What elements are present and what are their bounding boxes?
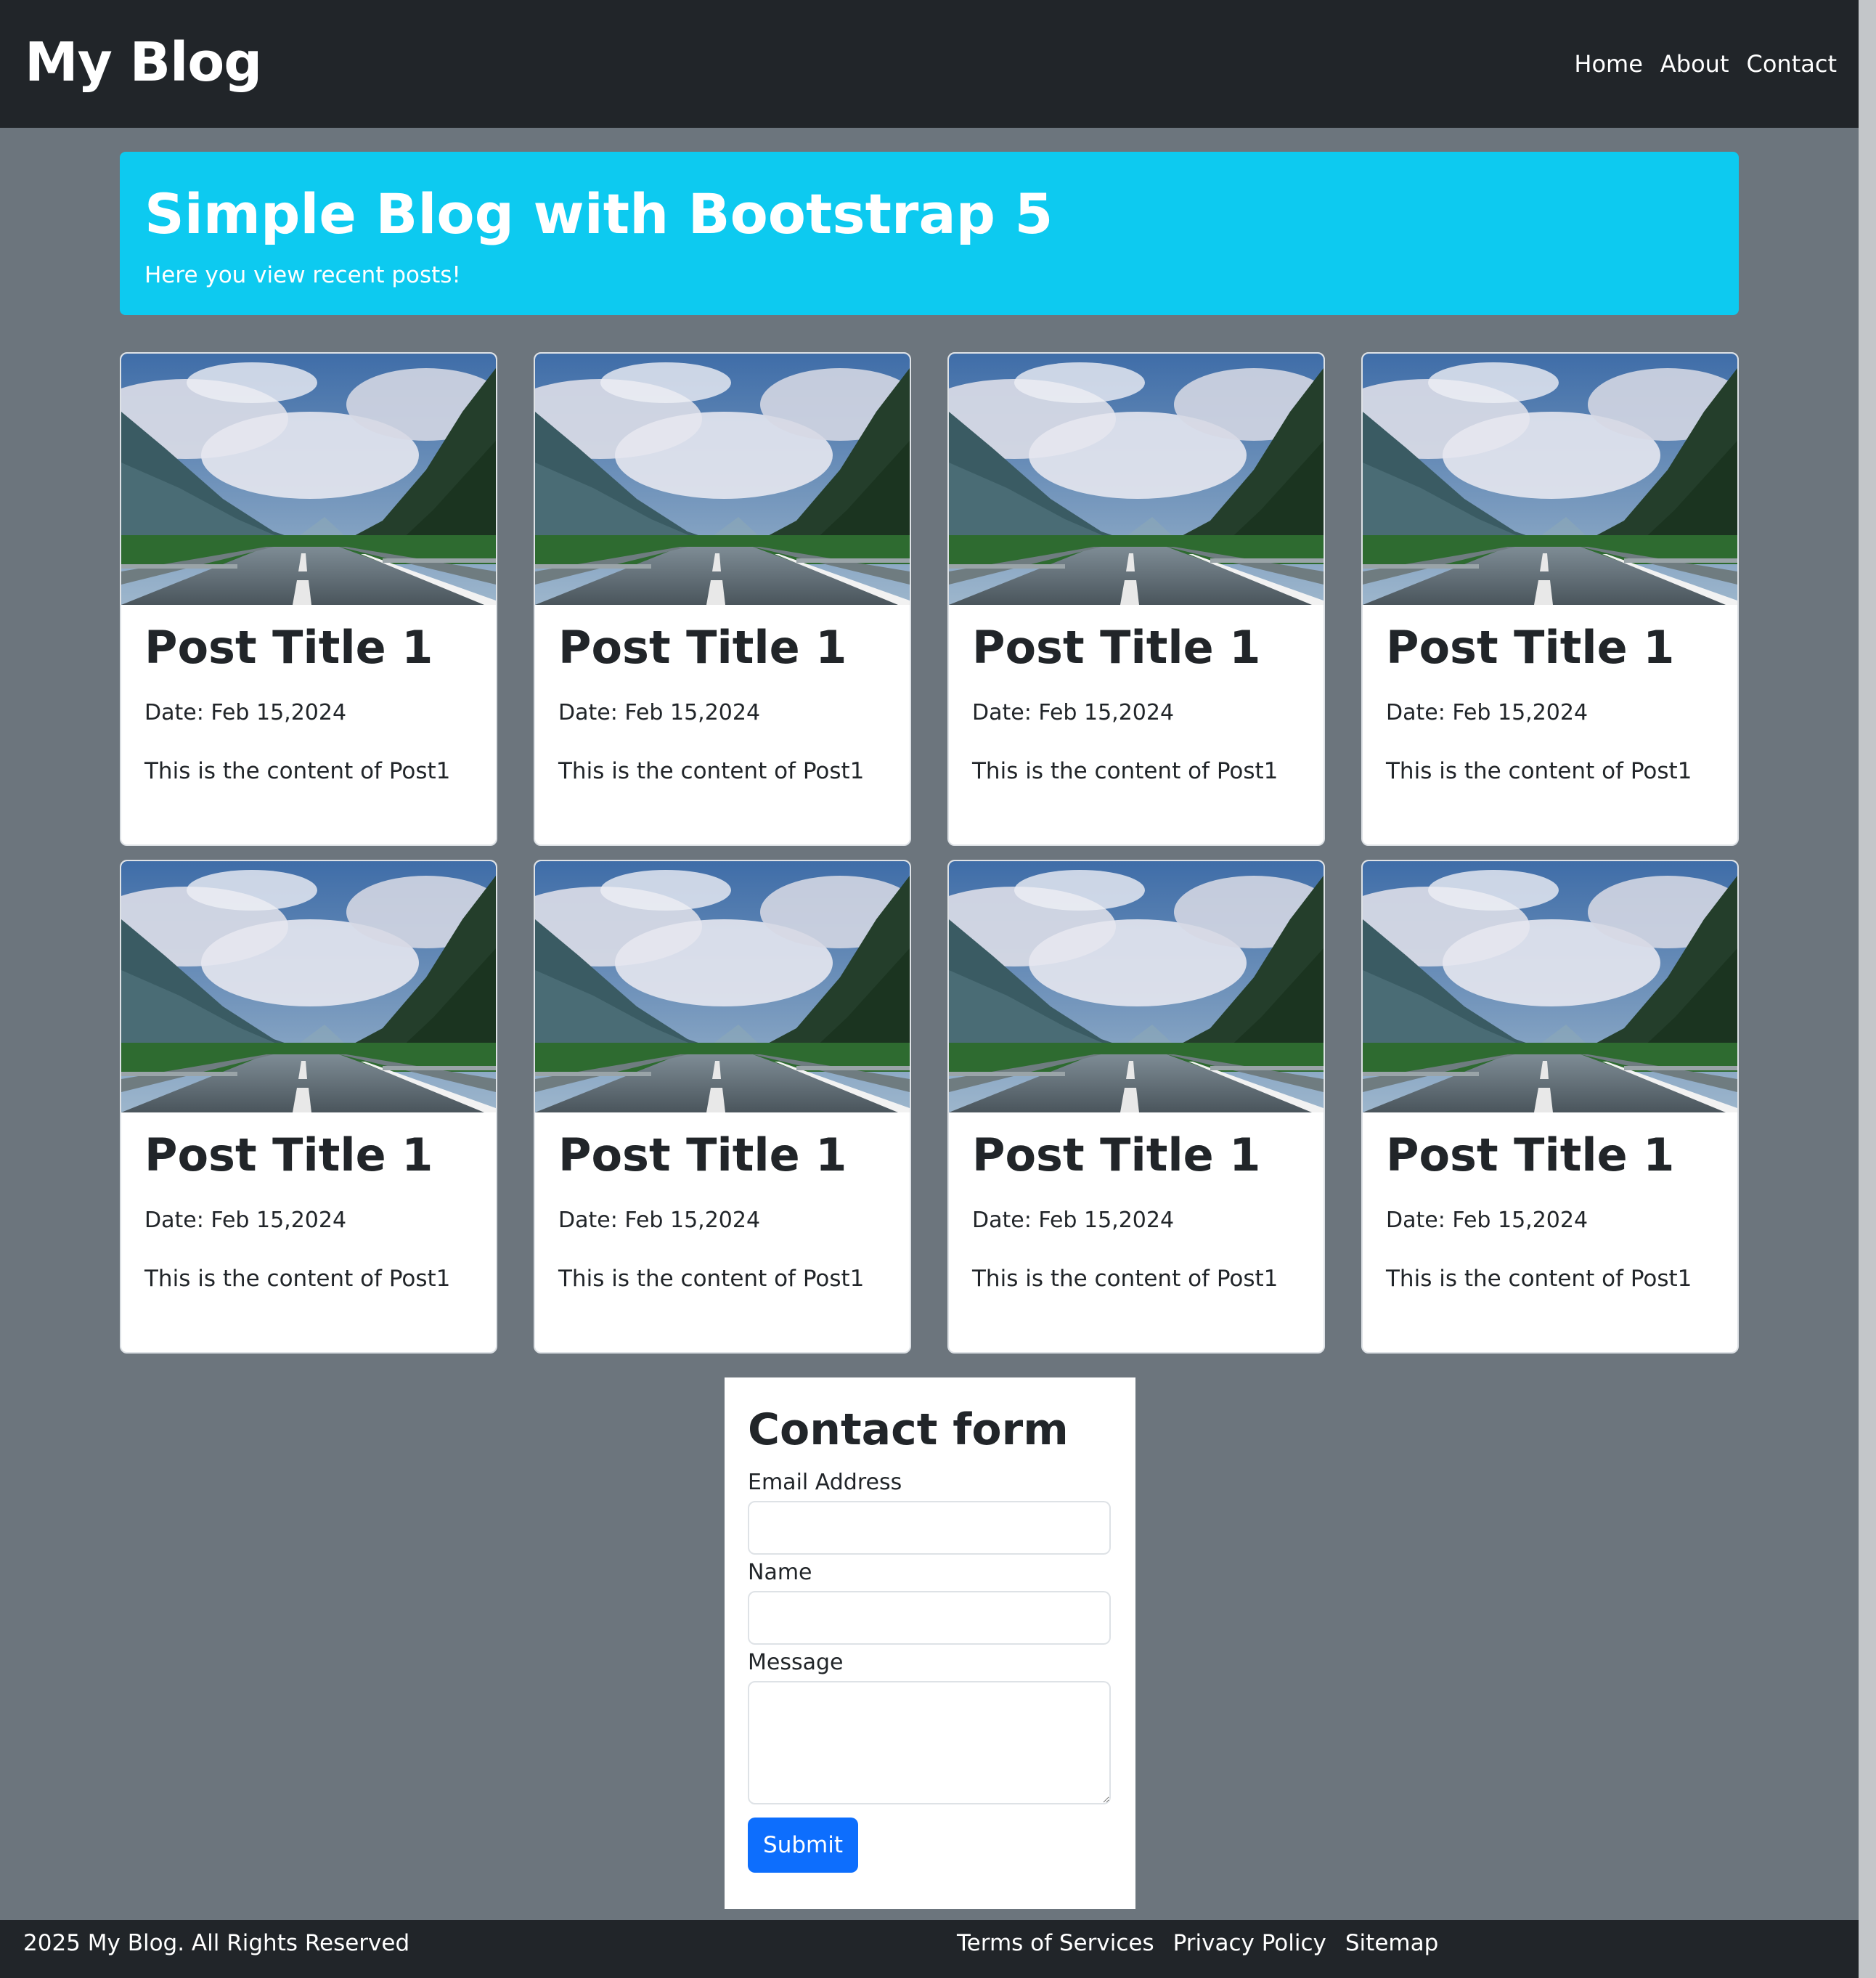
post-image-mountain-road-landscape: [949, 861, 1324, 1112]
message-field[interactable]: [748, 1681, 1111, 1804]
post-title[interactable]: Post Title 1: [1386, 1123, 1674, 1188]
nav-links: Home About Contact: [1574, 45, 1837, 83]
post-content: This is the content of Post1: [558, 1266, 865, 1292]
post-content: This is the content of Post1: [1386, 758, 1692, 784]
post-title[interactable]: Post Title 1: [558, 615, 847, 680]
name-label: Name: [748, 1560, 812, 1585]
post-date: Date: Feb 15,2024: [1386, 1208, 1589, 1233]
nav-link-about[interactable]: About: [1660, 45, 1729, 83]
post-title[interactable]: Post Title 1: [1386, 615, 1674, 680]
email-label: Email Address: [748, 1470, 902, 1495]
hero-subtitle: Here you view recent posts!: [144, 262, 461, 288]
post-content: This is the content of Post1: [144, 1266, 451, 1292]
navbar: My Blog Home About Contact: [0, 0, 1859, 128]
post-date: Date: Feb 15,2024: [558, 1208, 761, 1233]
submit-button[interactable]: Submit: [748, 1818, 858, 1873]
post-card[interactable]: Post Title 1 Date: Feb 15,2024 This is t…: [120, 352, 497, 846]
post-date: Date: Feb 15,2024: [144, 700, 347, 725]
footer-links: Terms of Services Privacy Policy Sitemap: [957, 1921, 1438, 1965]
post-title[interactable]: Post Title 1: [972, 1123, 1260, 1188]
post-title[interactable]: Post Title 1: [144, 615, 433, 680]
page: My Blog Home About Contact Simple Blog w…: [0, 0, 1859, 1978]
post-content: This is the content of Post1: [144, 758, 451, 784]
post-image-mountain-road-landscape: [1363, 354, 1737, 605]
post-content: This is the content of Post1: [972, 1266, 1278, 1292]
hero-title: Simple Blog with Bootstrap 5: [144, 182, 1053, 246]
contact-form-title: Contact form: [748, 1404, 1069, 1455]
post-card[interactable]: Post Title 1 Date: Feb 15,2024 This is t…: [947, 352, 1325, 846]
post-date: Date: Feb 15,2024: [972, 1208, 1175, 1233]
nav-link-contact[interactable]: Contact: [1747, 45, 1838, 83]
nav-link-home[interactable]: Home: [1574, 45, 1643, 83]
post-image-mountain-road-landscape: [949, 354, 1324, 605]
brand-logo[interactable]: My Blog: [25, 26, 262, 99]
post-title[interactable]: Post Title 1: [144, 1123, 433, 1188]
post-date: Date: Feb 15,2024: [558, 700, 761, 725]
post-title[interactable]: Post Title 1: [972, 615, 1260, 680]
hero-banner: Simple Blog with Bootstrap 5 Here you vi…: [120, 152, 1739, 315]
post-card[interactable]: Post Title 1 Date: Feb 15,2024 This is t…: [1361, 352, 1739, 846]
window-scrollbar-area: [1859, 0, 1876, 1978]
email-field[interactable]: [748, 1501, 1111, 1555]
post-date: Date: Feb 15,2024: [144, 1208, 347, 1233]
copyright-text: 2025 My Blog. All Rights Reserved: [23, 1930, 410, 1956]
post-card[interactable]: Post Title 1 Date: Feb 15,2024 This is t…: [1361, 860, 1739, 1354]
post-date: Date: Feb 15,2024: [972, 700, 1175, 725]
post-date: Date: Feb 15,2024: [1386, 700, 1589, 725]
footer: 2025 My Blog. All Rights Reserved Terms …: [0, 1920, 1859, 1978]
post-title[interactable]: Post Title 1: [558, 1123, 847, 1188]
post-image-mountain-road-landscape: [121, 861, 496, 1112]
post-card[interactable]: Post Title 1 Date: Feb 15,2024 This is t…: [947, 860, 1325, 1354]
post-card[interactable]: Post Title 1 Date: Feb 15,2024 This is t…: [120, 860, 497, 1354]
post-image-mountain-road-landscape: [1363, 861, 1737, 1112]
post-image-mountain-road-landscape: [121, 354, 496, 605]
post-image-mountain-road-landscape: [535, 861, 910, 1112]
message-label: Message: [748, 1650, 844, 1675]
post-image-mountain-road-landscape: [535, 354, 910, 605]
post-content: This is the content of Post1: [972, 758, 1278, 784]
footer-link-sitemap[interactable]: Sitemap: [1345, 1921, 1438, 1965]
post-card[interactable]: Post Title 1 Date: Feb 15,2024 This is t…: [534, 352, 911, 846]
name-field[interactable]: [748, 1591, 1111, 1645]
post-content: This is the content of Post1: [558, 758, 865, 784]
post-card[interactable]: Post Title 1 Date: Feb 15,2024 This is t…: [534, 860, 911, 1354]
footer-link-terms[interactable]: Terms of Services: [957, 1921, 1154, 1965]
contact-form: Contact form Email Address Name Message …: [725, 1377, 1135, 1909]
post-content: This is the content of Post1: [1386, 1266, 1692, 1292]
footer-link-privacy[interactable]: Privacy Policy: [1173, 1921, 1326, 1965]
